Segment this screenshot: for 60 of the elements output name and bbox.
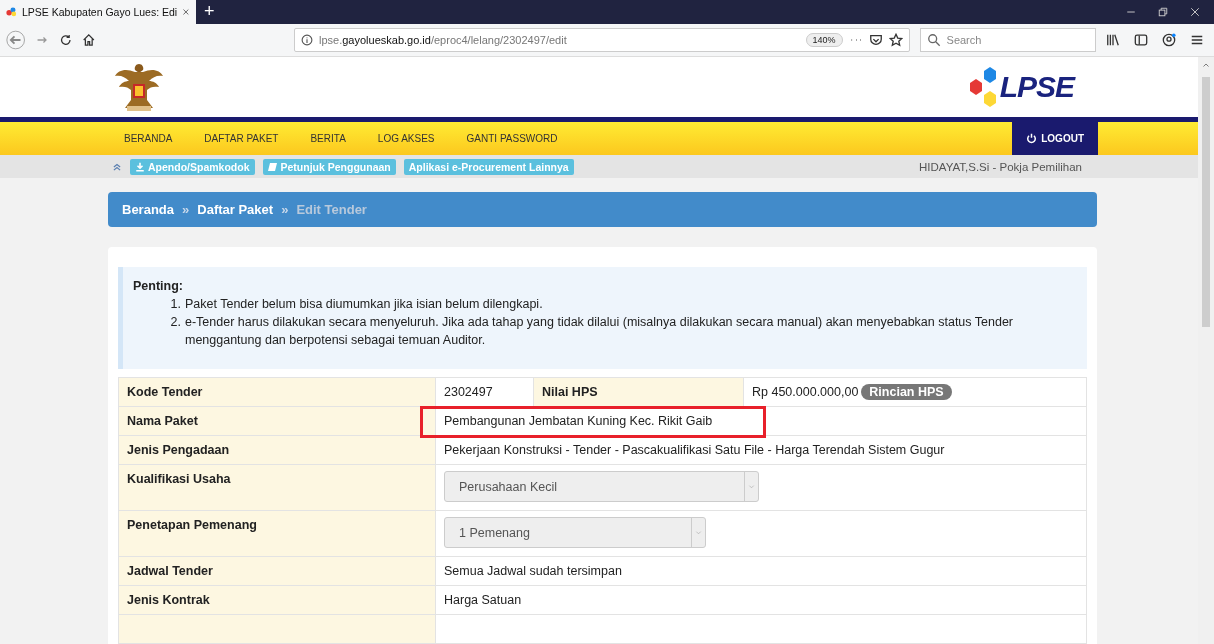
field-value: 2302497 <box>435 377 534 407</box>
home-icon[interactable] <box>82 33 96 47</box>
menu-icon[interactable] <box>1190 33 1205 47</box>
power-icon <box>1026 133 1038 145</box>
nav-link[interactable]: BERITA <box>294 122 362 156</box>
info-icon <box>301 34 313 46</box>
search-field[interactable]: Search <box>919 28 1097 52</box>
list-number: 1. <box>169 296 181 313</box>
field-value: Harga Satuan <box>435 585 1087 615</box>
sidebar-icon[interactable] <box>1134 33 1149 47</box>
browser-tab[interactable]: LPSE Kabupaten Gayo Lues: Edi <box>0 0 196 24</box>
nav-link[interactable]: BERANDA <box>108 122 189 156</box>
logout-button[interactable]: LOGOUT <box>1012 122 1098 156</box>
field-value: Pekerjaan Konstruksi - Tender - Pascakualifikasi Satu File - Harga Terendah Sistem Gugur <box>435 435 1087 465</box>
notice-item: e-Tender harus dilakukan secara menyeluruh. Jika ada tahap yang tidak dilalui (misalnya dilakukan secara manual) akan menyebabkan status Tender menggantung dan berpotensi sebagai temuan Auditor. <box>185 314 1015 349</box>
field-label: Nama Paket <box>118 406 436 436</box>
nav-link[interactable]: LOG AKSES <box>361 122 451 156</box>
logo-text: LPSE <box>999 70 1074 105</box>
field-label: Jenis Kontrak <box>118 585 436 615</box>
download-icon <box>135 161 145 172</box>
scroll-up-icon[interactable] <box>1202 61 1210 69</box>
field-value: Semua Jadwal sudah tersimpan <box>435 556 1087 586</box>
notice-title: Penting: <box>133 279 184 293</box>
user-role-text: HIDAYAT,S.Si - Pokja Pemilihan <box>919 160 1082 173</box>
field-label: Jadwal Tender <box>118 556 436 586</box>
search-icon <box>926 33 941 47</box>
star-icon[interactable] <box>888 33 903 47</box>
field-label: Nilai HPS <box>533 377 744 407</box>
restore-icon[interactable] <box>1158 5 1168 19</box>
library-icon[interactable] <box>1106 33 1121 47</box>
collapse-icon[interactable] <box>112 161 122 172</box>
caret-icon <box>748 483 755 490</box>
breadcrumb-link[interactable]: Daftar Paket <box>197 202 274 217</box>
close-icon[interactable] <box>1190 5 1200 19</box>
scrollbar-thumb[interactable] <box>1202 77 1210 327</box>
field-label: Kode Tender <box>118 377 436 407</box>
back-icon[interactable] <box>6 30 26 50</box>
url-text: lpse.gayolueskab.go.id/eproc4/lelang/2302497/edit <box>319 34 568 46</box>
site-favicon-icon <box>6 6 17 18</box>
breadcrumb-separator: » <box>182 202 190 217</box>
breadcrumb-separator: » <box>281 202 289 217</box>
field-label: Jenis Pengadaan <box>118 435 436 465</box>
field-label: Kualifikasi Usaha <box>118 464 436 511</box>
pocket-icon[interactable] <box>868 33 883 47</box>
field-value: Rp 450.000.000,00 Rincian HPS <box>743 377 1087 407</box>
account-icon[interactable] <box>1162 33 1177 47</box>
new-tab-button[interactable]: + <box>196 0 223 24</box>
zoom-level[interactable]: 140% <box>805 33 843 47</box>
close-icon[interactable] <box>182 7 190 17</box>
tab-title: LPSE Kabupaten Gayo Lues: Edi <box>21 6 178 18</box>
rincian-badge[interactable]: Rincian HPS <box>861 384 952 400</box>
nav-link[interactable]: DAFTAR PAKET <box>188 122 295 156</box>
nav-link[interactable]: GANTI PASSWORD <box>450 122 574 156</box>
caret-icon <box>695 529 702 536</box>
notice-item: Paket Tender belum bisa diumumkan jika isian belum dilengkapi. <box>185 296 543 313</box>
reload-icon[interactable] <box>58 33 73 47</box>
breadcrumb-link[interactable]: Beranda <box>122 202 175 217</box>
address-bar[interactable]: lpse.gayolueskab.go.id/eproc4/lelang/2302497/edit 140% <box>294 28 910 52</box>
field-label: Penetapan Pemenang <box>118 510 436 557</box>
list-number: 2. <box>169 314 181 331</box>
